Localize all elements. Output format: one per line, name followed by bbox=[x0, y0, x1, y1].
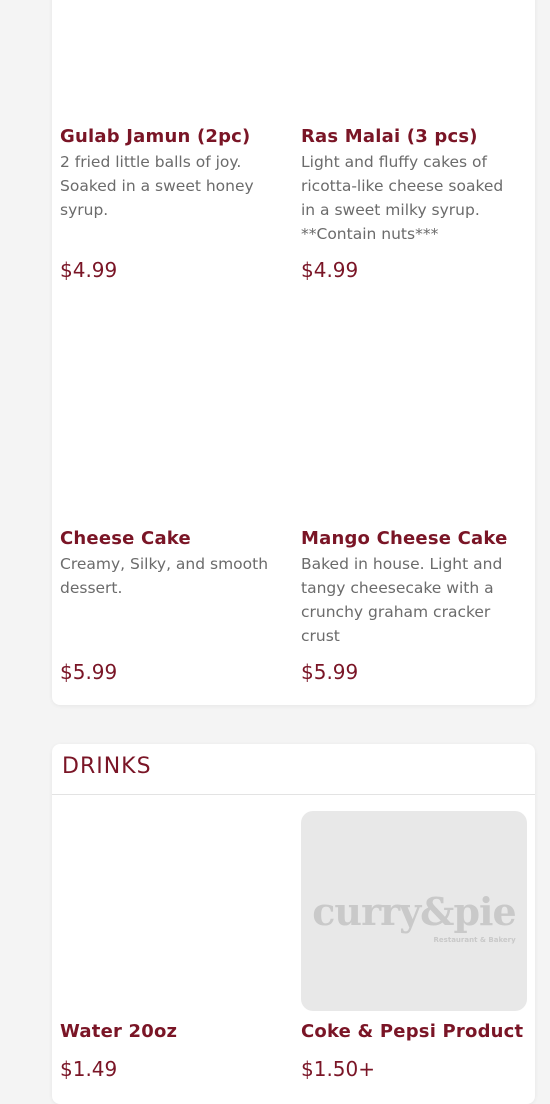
item-name: Water 20oz bbox=[60, 1021, 178, 1042]
item-price: $5.99 bbox=[60, 660, 118, 684]
item-name: Gulab Jamun (2pc) bbox=[60, 126, 251, 147]
item-description: Baked in house. Light and tangy cheeseca… bbox=[301, 555, 503, 645]
item-price: $4.99 bbox=[60, 258, 118, 282]
drinks-section-card: DRINKS Water 20oz $1.49 curry&pie Restau… bbox=[52, 744, 535, 1104]
item-name: Coke & Pepsi Product bbox=[301, 1021, 524, 1042]
item-name: Mango Cheese Cake bbox=[301, 528, 508, 549]
restaurant-logo: curry&pie Restaurant & Bakery bbox=[312, 888, 516, 944]
section-header: DRINKS bbox=[52, 744, 535, 795]
item-price: $1.50+ bbox=[301, 1057, 376, 1081]
item-description: Light and fluffy cakes of ricotta-like c… bbox=[301, 153, 504, 243]
item-price: $4.99 bbox=[301, 258, 359, 282]
item-name: Cheese Cake bbox=[60, 528, 191, 549]
item-price: $1.49 bbox=[60, 1057, 118, 1081]
item-description: 2 fried little balls of joy. Soaked in a… bbox=[60, 153, 254, 219]
desserts-section-card: Gulab Jamun (2pc) 2 fried little balls o… bbox=[52, 0, 535, 705]
item-name: Ras Malai (3 pcs) bbox=[301, 126, 478, 147]
item-price: $5.99 bbox=[301, 660, 359, 684]
section-title: DRINKS bbox=[62, 754, 152, 779]
item-description: Creamy, Silky, and smooth dessert. bbox=[60, 555, 269, 597]
item-image-placeholder: curry&pie Restaurant & Bakery bbox=[301, 811, 527, 1011]
